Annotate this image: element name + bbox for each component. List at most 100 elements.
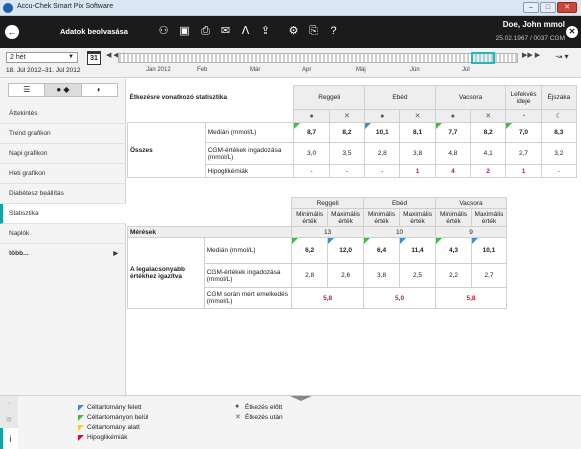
table-title: Étkezésre vonatkozó statisztika xyxy=(129,94,228,101)
hypo-cell: 1 xyxy=(399,164,436,178)
minimize-button[interactable]: – xyxy=(523,2,539,13)
patient-id: 25.02.1967 / 0037 CGM xyxy=(495,35,565,42)
hypo-cell: 1 xyxy=(505,164,542,178)
median-cell: 8,3 xyxy=(540,122,578,143)
info-icon[interactable]: i xyxy=(0,428,18,449)
legend-item-above: Céltartomány felett xyxy=(78,404,142,411)
sidebar-item-statistics[interactable]: Statisztika xyxy=(0,204,126,224)
title-bar: Accu-Chek Smart Pix Software – □ ✕ xyxy=(0,0,581,16)
chart-type-selector[interactable]: ↝ ▾ xyxy=(549,52,575,64)
median-cell: 8,2 xyxy=(470,122,507,143)
after-meal-icon: ✕ xyxy=(328,109,366,123)
save-icon[interactable]: ▣ xyxy=(177,24,192,39)
tab-meals-icon[interactable]: ● ◆ xyxy=(45,84,82,96)
legend-item-below: Céltartomány alatt xyxy=(78,424,140,431)
bedtime-icon: ◔ xyxy=(505,109,542,123)
variation-cell: 3,8 xyxy=(399,142,436,165)
yellow-triangle-icon xyxy=(78,425,84,431)
meal-header: Ebéd xyxy=(364,85,436,110)
month-label: Máj xyxy=(356,67,366,73)
median-cell: 7,7 xyxy=(434,122,472,143)
variation-cell: 2,8 xyxy=(291,263,329,288)
chevron-down-icon: ▼ xyxy=(68,54,74,60)
mail-icon[interactable]: ✉ xyxy=(218,24,233,39)
collapse-legend-icon[interactable] xyxy=(290,396,312,401)
calendar-icon[interactable]: 31 xyxy=(87,51,101,65)
max-header: Maximális érték xyxy=(399,208,437,227)
date-range-text: 18. Júl 2012–31. Júl 2012 xyxy=(6,67,81,74)
settings-gear-icon[interactable]: ⚙ xyxy=(286,24,301,39)
median-cell: 11,4 xyxy=(399,237,437,264)
sidebar-item-diabetes-settings[interactable]: Diabétesz beállítás xyxy=(0,184,126,204)
back-arrow-icon[interactable]: ← xyxy=(5,25,19,39)
sidebar-item-daily[interactable]: Napi grafikon xyxy=(0,144,126,164)
tab-table-icon[interactable]: ▦ xyxy=(0,412,18,428)
legend-label: Étkezés után xyxy=(245,414,283,421)
measurements-label: Mérések xyxy=(127,226,293,238)
min-max-table: Reggeli Ebéd Vacsora Minimális érték Max… xyxy=(127,197,508,309)
app-logo-icon xyxy=(3,3,13,13)
date-range-bar: 2 hét ▼ 31 18. Júl 2012–31. Júl 2012 ◀ ◀… xyxy=(0,48,581,78)
row-label: CGM-értékek ingadozása (mmol/L) xyxy=(203,263,293,288)
maximize-button[interactable]: □ xyxy=(540,2,556,13)
night-header: Éjszaka xyxy=(540,85,578,110)
legend-item-hypo: Hipoglikémiák xyxy=(78,434,127,441)
tab-chart-icon[interactable]: ~ xyxy=(0,396,18,412)
row-label: Medián (mmol/L) xyxy=(204,122,295,143)
close-patient-icon[interactable]: ✕ xyxy=(566,26,578,38)
variation-cell: 3,8 xyxy=(363,263,401,288)
users-icon[interactable]: ⚇ xyxy=(156,24,171,39)
sidebar-item-overview[interactable]: Áttekintés xyxy=(0,104,126,124)
sidebar-item-more[interactable]: több... ▶ xyxy=(0,244,126,264)
timeline-selection-handle[interactable] xyxy=(471,52,495,64)
hypo-cell: 2 xyxy=(470,164,507,178)
min-header: Minimális érték xyxy=(435,208,472,227)
legend-item-within: Céltartományon belül xyxy=(78,414,149,421)
variation-cell: 2,8 xyxy=(364,142,401,165)
sidebar-item-logbook[interactable]: Naplók xyxy=(0,224,126,244)
timeline-scroller[interactable] xyxy=(118,52,518,64)
month-label: Már xyxy=(250,67,261,73)
chevron-right-icon: ▶ xyxy=(113,251,118,257)
min-header: Minimális érték xyxy=(363,208,401,227)
hypo-cell: - xyxy=(540,164,578,178)
legend-label: Céltartomány felett xyxy=(87,404,142,411)
before-meal-icon: ● xyxy=(293,109,330,123)
before-meal-icon: ● xyxy=(235,403,240,410)
variation-cell: 2,2 xyxy=(435,263,472,288)
export-icon[interactable]: ⇪ xyxy=(258,24,273,39)
row-group-label: Összes xyxy=(127,122,206,178)
device-icon[interactable]: ⎘ xyxy=(306,24,321,39)
tab-list-icon[interactable]: ☰ xyxy=(9,84,46,96)
median-cell: 8,2 xyxy=(328,122,366,143)
patient-name: Doe, John mmol xyxy=(502,20,565,29)
legend-label: Céltartományon belül xyxy=(87,414,149,421)
max-header: Maximális érték xyxy=(470,208,508,227)
help-icon[interactable]: ? xyxy=(326,24,341,39)
sidebar-item-weekly[interactable]: Heti grafikon xyxy=(0,164,126,184)
legend-panel: ~ ▦ i Céltartomány felett Céltartományon… xyxy=(0,395,581,449)
month-label: Feb xyxy=(197,67,208,73)
timeline-forward-arrows[interactable]: ▶▶ ▶ xyxy=(522,51,540,59)
legend-item-before-meal: ● Étkezés előtt xyxy=(235,403,282,411)
hypo-cell: - xyxy=(364,164,401,178)
app-header: ← Adatok beolvasása ⚇ ▣ ⎙ ✉ ᐱ ⇪ ⚙ ⎘ ? Do… xyxy=(0,16,581,48)
row-label: Medián (mmol/L) xyxy=(203,237,293,264)
row-label: CGM során mért emelkedés (mmol/L) xyxy=(203,287,293,309)
period-dropdown[interactable]: 2 hét ▼ xyxy=(6,52,78,63)
tab-pie-icon[interactable]: ◐ xyxy=(81,84,117,96)
pdf-icon[interactable]: ᐱ xyxy=(238,24,253,39)
median-cell: 10,1 xyxy=(470,237,508,264)
hypo-cell: - xyxy=(328,164,366,178)
median-cell: 8,7 xyxy=(293,122,330,143)
variation-cell: 3,2 xyxy=(540,142,578,165)
window-close-button[interactable]: ✕ xyxy=(557,2,577,13)
variation-cell: 2,5 xyxy=(399,263,437,288)
measurement-count: 10 xyxy=(363,226,437,238)
print-icon[interactable]: ⎙ xyxy=(198,24,213,39)
rise-cell: 5,8 xyxy=(291,287,365,309)
table-row: A legalacsonyabb értékhez igazítva Mediá… xyxy=(127,237,508,309)
max-header: Maximális érték xyxy=(327,208,365,227)
sidebar-item-trend[interactable]: Trend grafikon xyxy=(0,124,126,144)
row-label: CGM-értékek ingadozása (mmol/L) xyxy=(204,142,295,165)
